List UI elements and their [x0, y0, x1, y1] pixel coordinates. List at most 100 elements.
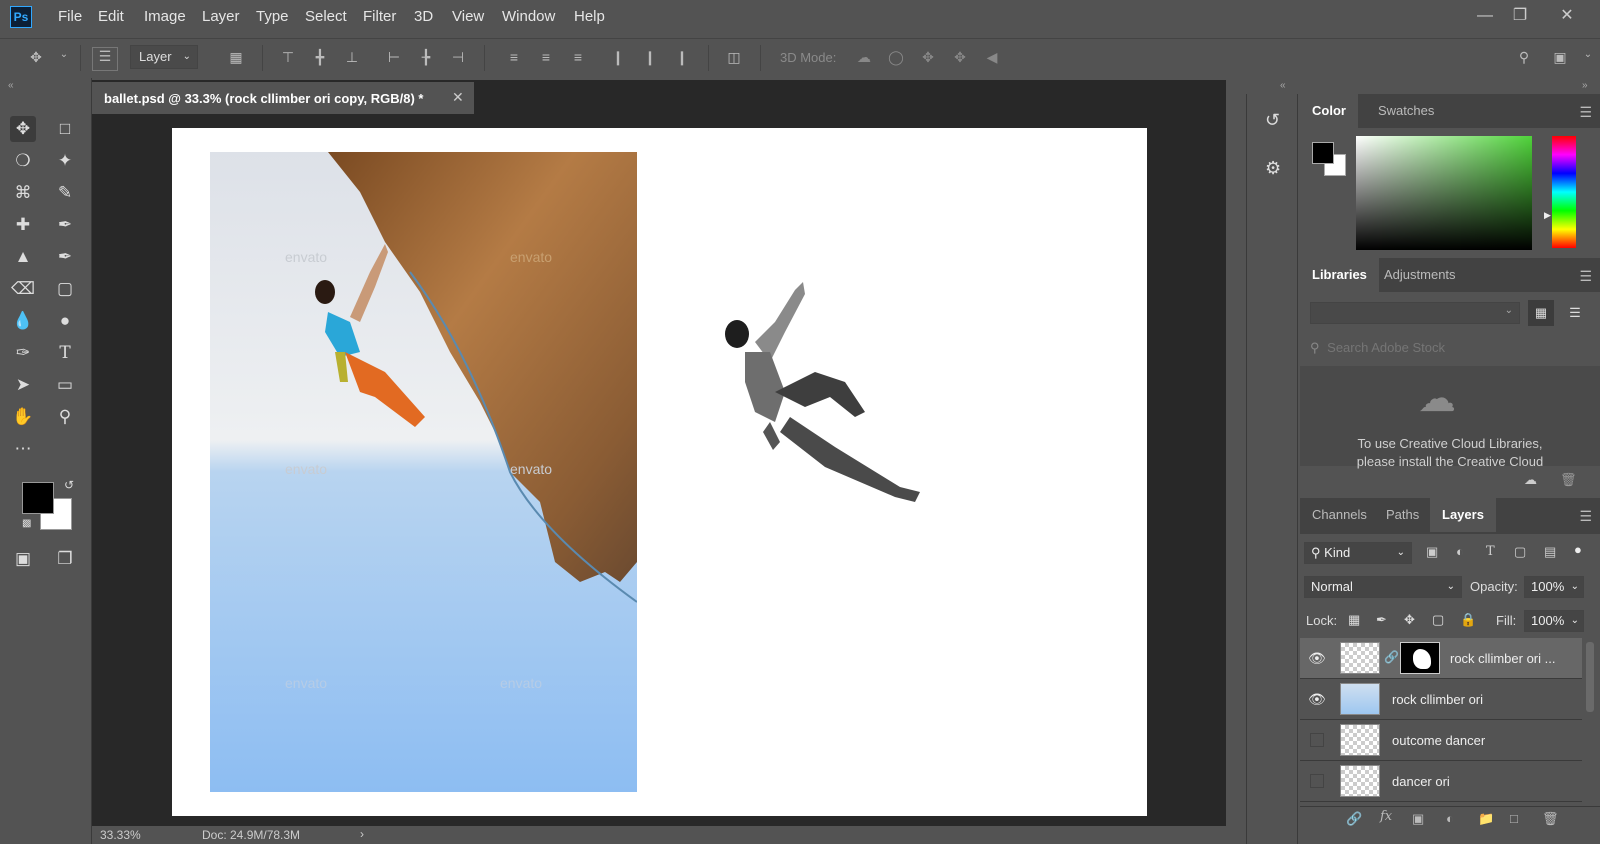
- menu-view[interactable]: View: [452, 8, 484, 25]
- library-search-input[interactable]: [1327, 340, 1568, 355]
- dodge-tool-icon[interactable]: ●: [52, 308, 78, 334]
- crop-tool-icon[interactable]: ⌘: [10, 180, 36, 206]
- brush-tool-icon[interactable]: ✒: [52, 212, 78, 238]
- chevron-down-icon[interactable]: ⌄: [1578, 49, 1598, 67]
- visibility-toggle-off[interactable]: [1310, 774, 1324, 788]
- menu-edit[interactable]: Edit: [98, 8, 124, 25]
- layer-name[interactable]: dancer ori: [1392, 774, 1450, 789]
- lasso-tool-icon[interactable]: ❍: [10, 148, 36, 174]
- history-icon[interactable]: ↺: [1265, 110, 1280, 131]
- move-tool-icon[interactable]: ✥: [26, 49, 46, 67]
- pen-tool-icon[interactable]: ✑: [10, 340, 36, 366]
- filter-smart-object-icon[interactable]: ▤: [1544, 544, 1556, 560]
- 3d-pan-icon[interactable]: ✥: [918, 49, 938, 67]
- align-left-icon[interactable]: ⊢: [384, 49, 404, 67]
- swap-colors-icon[interactable]: ↺: [64, 478, 74, 492]
- tab-color[interactable]: Color: [1300, 94, 1358, 128]
- filter-toggle-icon[interactable]: ●: [1574, 542, 1582, 557]
- close-tab-icon[interactable]: ✕: [452, 89, 464, 106]
- chevron-right-icon[interactable]: ›: [360, 827, 364, 841]
- zoom-level[interactable]: 33.33%: [100, 828, 141, 842]
- lock-transparent-icon[interactable]: ▦: [1348, 612, 1360, 628]
- gradient-tool-icon[interactable]: ▢: [52, 276, 78, 302]
- screen-mode-icon[interactable]: ❐: [52, 546, 78, 572]
- kind-filter-dropdown[interactable]: ⚲ Kind ⌄: [1304, 542, 1412, 564]
- grid-view-icon[interactable]: ▦: [1528, 300, 1554, 326]
- menu-layer[interactable]: Layer: [202, 8, 240, 25]
- panel-menu-icon[interactable]: ☰: [1579, 508, 1592, 525]
- layer-row[interactable]: 👁 rock cllimber ori: [1300, 679, 1582, 720]
- fill-input[interactable]: 100% ⌄: [1524, 610, 1584, 632]
- filter-pixel-icon[interactable]: ▣: [1426, 544, 1438, 560]
- align-bottom-icon[interactable]: ⊥: [342, 49, 362, 67]
- menu-3d[interactable]: 3D: [414, 8, 433, 25]
- menu-type[interactable]: Type: [256, 8, 289, 25]
- menu-image[interactable]: Image: [144, 8, 186, 25]
- tab-channels[interactable]: Channels: [1300, 498, 1379, 532]
- 3d-orbit-icon[interactable]: ☁: [854, 49, 874, 67]
- close-icon[interactable]: ✕: [1552, 4, 1582, 28]
- layer-row[interactable]: dancer ori: [1300, 761, 1582, 802]
- marquee-tool-icon[interactable]: □: [52, 116, 78, 142]
- tab-adjustments[interactable]: Adjustments: [1372, 258, 1468, 292]
- layer-name[interactable]: rock cllimber ori: [1392, 692, 1483, 707]
- foreground-color-swatch[interactable]: [1312, 142, 1334, 164]
- collapse-icon[interactable]: «: [8, 80, 14, 91]
- chevron-down-icon[interactable]: ⌄: [54, 49, 74, 67]
- opacity-input[interactable]: 100% ⌄: [1524, 576, 1584, 598]
- tab-layers[interactable]: Layers: [1430, 498, 1496, 532]
- adjustment-layer-icon[interactable]: ◐: [1446, 811, 1454, 826]
- lock-position-icon[interactable]: ✥: [1404, 612, 1415, 628]
- path-select-tool-icon[interactable]: ➤: [10, 372, 36, 398]
- hue-pointer-icon[interactable]: ▶: [1544, 210, 1551, 221]
- collapse-icon[interactable]: «: [1280, 80, 1286, 91]
- layers-scrollbar[interactable]: [1586, 642, 1594, 712]
- lock-image-icon[interactable]: ✒: [1376, 612, 1387, 628]
- add-mask-icon[interactable]: ▣: [1412, 811, 1424, 827]
- lock-artboard-icon[interactable]: ▢: [1432, 612, 1444, 628]
- hue-slider[interactable]: [1552, 136, 1576, 248]
- foreground-color-swatch[interactable]: [22, 482, 54, 514]
- filter-shape-icon[interactable]: ▢: [1514, 544, 1526, 560]
- group-folder-icon[interactable]: 📁: [1478, 811, 1494, 827]
- 3d-slide-icon[interactable]: ✥: [950, 49, 970, 67]
- more-tools-icon[interactable]: ⋯: [10, 436, 36, 462]
- align-right-icon[interactable]: ⊣: [448, 49, 468, 67]
- healing-brush-tool-icon[interactable]: ✚: [10, 212, 36, 238]
- 3d-roll-icon[interactable]: ◯: [886, 49, 906, 67]
- filter-adjustment-icon[interactable]: ◐: [1456, 544, 1464, 559]
- trash-icon[interactable]: 🗑: [1560, 472, 1577, 488]
- auto-align-icon[interactable]: ◫: [724, 49, 744, 67]
- blur-tool-icon[interactable]: 💧: [10, 308, 36, 334]
- auto-select-dropdown[interactable]: Layer ⌄: [130, 45, 198, 69]
- cc-sync-icon[interactable]: ☁: [1524, 472, 1537, 488]
- layer-name[interactable]: outcome dancer: [1392, 733, 1485, 748]
- delete-layer-icon[interactable]: 🗑: [1542, 811, 1559, 827]
- distribute-top-icon[interactable]: ≡: [504, 49, 524, 67]
- align-top-icon[interactable]: ⊤: [278, 49, 298, 67]
- library-search[interactable]: ⚲: [1310, 340, 1592, 362]
- layer-row[interactable]: 👁 🔗 rock cllimber ori ...: [1300, 638, 1582, 679]
- distribute-vcenter-icon[interactable]: ≡: [536, 49, 556, 67]
- distribute-hcenter-icon[interactable]: ❙: [640, 49, 660, 67]
- align-vcenter-icon[interactable]: ╋: [310, 49, 330, 67]
- eyedropper-tool-icon[interactable]: ✎: [52, 180, 78, 206]
- menu-select[interactable]: Select: [305, 8, 347, 25]
- panel-menu-icon[interactable]: ☰: [1579, 268, 1592, 285]
- default-colors-icon[interactable]: ▩: [22, 518, 31, 529]
- menu-window[interactable]: Window: [502, 8, 555, 25]
- visibility-toggle-off[interactable]: [1310, 733, 1324, 747]
- color-field[interactable]: [1356, 136, 1532, 250]
- tab-libraries[interactable]: Libraries: [1300, 258, 1379, 292]
- link-icon[interactable]: 🔗: [1384, 650, 1399, 664]
- restore-icon[interactable]: ❐: [1505, 4, 1535, 28]
- fx-icon[interactable]: fx: [1380, 809, 1392, 824]
- auto-select-icon[interactable]: ☰: [92, 47, 118, 71]
- list-view-icon[interactable]: ☰: [1562, 300, 1588, 326]
- search-icon[interactable]: ⚲: [1514, 49, 1534, 67]
- align-hcenter-icon[interactable]: ╊: [416, 49, 436, 67]
- 3d-scale-icon[interactable]: ◀: [982, 49, 1002, 67]
- panel-menu-icon[interactable]: ☰: [1579, 104, 1592, 121]
- blend-mode-dropdown[interactable]: Normal ⌄: [1304, 576, 1462, 598]
- new-layer-icon[interactable]: □: [1510, 811, 1518, 826]
